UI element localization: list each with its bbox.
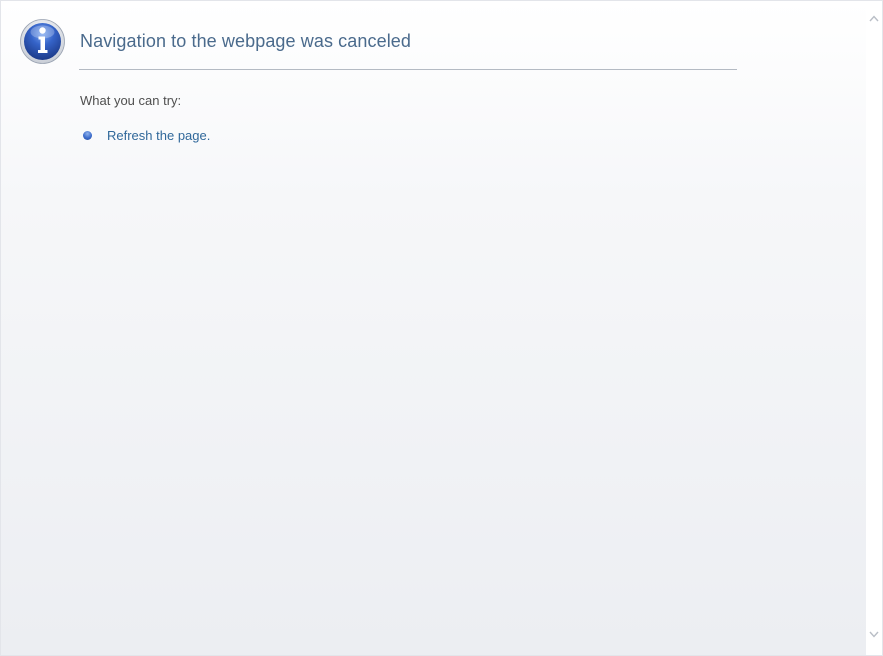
page-title: Navigation to the webpage was canceled: [80, 31, 412, 51]
scroll-down-button[interactable]: [866, 625, 882, 643]
refresh-page-link[interactable]: Refresh the page.: [107, 128, 210, 143]
title-divider: [79, 69, 737, 70]
scroll-up-button[interactable]: [866, 9, 882, 27]
suggestion-list: Refresh the page.: [83, 126, 210, 144]
error-page: Navigation to the webpage was canceled W…: [1, 1, 867, 655]
chevron-down-icon: [869, 631, 879, 638]
chevron-up-icon: [869, 14, 879, 21]
what-you-can-try-label: What you can try:: [80, 93, 182, 108]
vertical-scrollbar[interactable]: [866, 1, 882, 655]
bullet-icon: [83, 130, 92, 140]
list-item: Refresh the page.: [83, 126, 210, 144]
browser-viewport: Navigation to the webpage was canceled W…: [0, 0, 883, 656]
info-icon: [20, 19, 65, 64]
